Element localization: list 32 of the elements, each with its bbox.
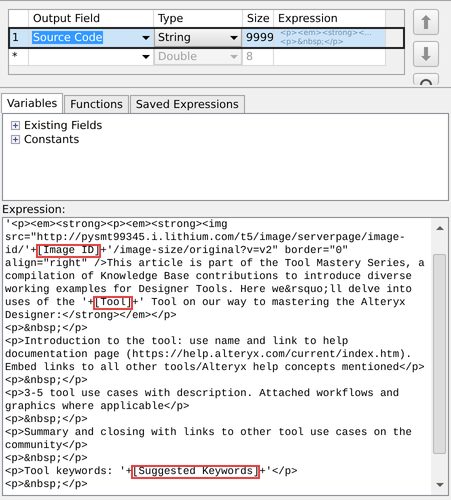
row-header-corner	[9, 10, 29, 28]
size-cell: 9999	[243, 28, 274, 48]
caret-icon	[142, 36, 150, 40]
tree-item[interactable]: Existing Fields	[24, 118, 102, 132]
row-marker: *	[9, 48, 29, 66]
up-arrow-icon	[421, 15, 431, 29]
column-header: Expression	[274, 10, 386, 28]
refresh-icon	[420, 79, 432, 85]
column-header: Output Field	[29, 10, 154, 28]
tab[interactable]: Functions	[64, 95, 129, 113]
reset-button[interactable]	[413, 73, 439, 85]
scroll-up-icon[interactable]	[436, 224, 444, 232]
column-header: Type	[154, 10, 243, 28]
move-up-button[interactable]	[413, 9, 439, 35]
column-header: Size	[243, 10, 274, 28]
size-cell: 8	[243, 48, 274, 66]
type-dropdown[interactable]: String	[154, 28, 242, 47]
tab[interactable]: Saved Expressions	[130, 95, 245, 113]
caret-icon	[230, 54, 238, 58]
expression-label: Expression:	[1, 202, 66, 217]
tree-item[interactable]: Constants	[24, 132, 80, 146]
down-arrow-icon	[421, 47, 431, 61]
expand-icon[interactable]	[11, 134, 20, 144]
scrollbar[interactable]	[431, 218, 448, 495]
scroll-down-icon[interactable]	[436, 481, 444, 489]
caret-icon	[142, 54, 150, 58]
expand-icon[interactable]	[11, 120, 20, 130]
scroll-thumb[interactable]	[433, 254, 446, 454]
caret-icon	[230, 36, 238, 40]
tab[interactable]: Variables	[1, 93, 64, 113]
move-down-button[interactable]	[413, 41, 439, 67]
row-marker: 1	[9, 28, 29, 48]
